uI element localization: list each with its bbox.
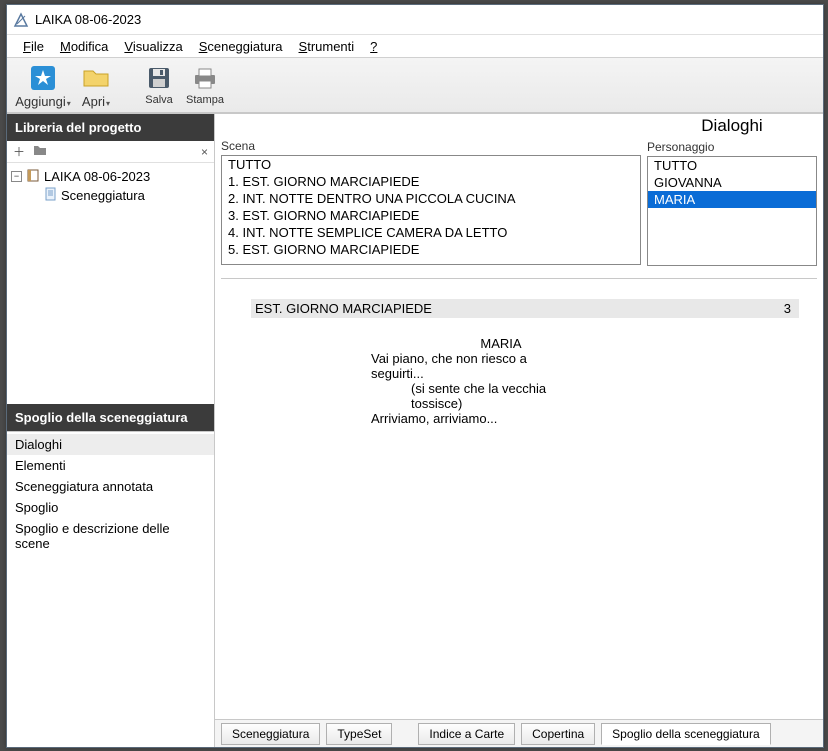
scena-label: Scena [221, 137, 641, 155]
star-icon [29, 64, 57, 92]
menu-sceneggiatura[interactable]: Sceneggiatura [191, 37, 291, 56]
list-item[interactable]: 2. INT. NOTTE DENTRO UNA PICCOLA CUCINA [222, 190, 640, 207]
library-header: Libreria del progetto [7, 114, 214, 141]
list-item[interactable]: 3. EST. GIORNO MARCIAPIEDE [222, 207, 640, 224]
list-item[interactable]: TUTTO [648, 157, 816, 174]
spoglio-list: Dialoghi Elementi Sceneggiatura annotata… [7, 431, 214, 747]
spoglio-item[interactable]: Spoglio [7, 497, 214, 518]
aggiungi-button[interactable]: Aggiungi▾ [13, 62, 73, 111]
tab-copertina[interactable]: Copertina [521, 723, 595, 745]
scena-column: Scena TUTTO 1. EST. GIORNO MARCIAPIEDE 2… [221, 114, 641, 266]
personaggio-listbox[interactable]: TUTTO GIOVANNA MARIA [647, 156, 817, 266]
tree-root[interactable]: − LAIKA 08-06-2023 [9, 167, 212, 186]
close-panel-icon[interactable]: × [201, 145, 208, 159]
salva-label: Salva [145, 94, 173, 106]
app-window: LAIKA 08-06-2023 File Modifica Visualizz… [6, 4, 824, 748]
tree-child-label: Sceneggiatura [61, 188, 145, 203]
dropdown-icon: ▾ [106, 99, 110, 108]
tree-child[interactable]: Sceneggiatura [9, 186, 212, 205]
scena-listbox[interactable]: TUTTO 1. EST. GIORNO MARCIAPIEDE 2. INT.… [221, 155, 641, 265]
list-item[interactable]: TUTTO [222, 156, 640, 173]
list-item[interactable]: 5. EST. GIORNO MARCIAPIEDE [222, 241, 640, 258]
window-title: LAIKA 08-06-2023 [35, 12, 141, 27]
dialogue-line: seguirti... [371, 366, 671, 381]
save-icon [145, 64, 173, 92]
personaggio-column: Dialoghi Personaggio TUTTO GIOVANNA MARI… [647, 114, 817, 266]
dialogue-line: Vai piano, che non riesco a [371, 351, 671, 366]
folder-icon [82, 64, 110, 92]
menubar: File Modifica Visualizza Sceneggiatura S… [7, 35, 823, 57]
body-area: Libreria del progetto ＋ × − LAI [7, 113, 823, 747]
menu-strumenti[interactable]: Strumenti [291, 37, 363, 56]
aggiungi-label: Aggiungi [15, 94, 66, 109]
scene-heading-text: EST. GIORNO MARCIAPIEDE [255, 301, 432, 316]
spoglio-item[interactable]: Sceneggiatura annotata [7, 476, 214, 497]
dialogue-line: Arriviamo, arriviamo... [371, 411, 671, 426]
collapse-icon[interactable]: − [11, 171, 22, 182]
tab-spoglio[interactable]: Spoglio della sceneggiatura [601, 723, 770, 745]
script-view[interactable]: EST. GIORNO MARCIAPIEDE 3 MARIA Vai pian… [221, 278, 817, 713]
tree-root-label: LAIKA 08-06-2023 [44, 169, 150, 184]
page-icon [43, 187, 57, 204]
stampa-button[interactable]: Stampa [182, 62, 228, 108]
project-tree: − LAIKA 08-06-2023 Sceneggiatura [7, 163, 214, 404]
salva-button[interactable]: Salva [136, 62, 182, 108]
dropdown-icon: ▾ [67, 99, 71, 108]
apri-label: Apri [82, 94, 105, 109]
tab-sceneggiatura[interactable]: Sceneggiatura [221, 723, 320, 745]
list-item[interactable]: GIOVANNA [648, 174, 816, 191]
apri-button[interactable]: Apri▾ [73, 62, 119, 111]
list-item[interactable]: MARIA [648, 191, 816, 208]
spoglio-item[interactable]: Dialoghi [7, 434, 214, 455]
stampa-label: Stampa [186, 94, 224, 106]
main-area: Scena TUTTO 1. EST. GIORNO MARCIAPIEDE 2… [215, 114, 823, 747]
parenthetical: tossisce) [411, 396, 671, 411]
spoglio-item[interactable]: Elementi [7, 455, 214, 476]
left-column: Libreria del progetto ＋ × − LAI [7, 114, 215, 747]
spoglio-item[interactable]: Spoglio e descrizione delle scene [7, 518, 214, 554]
spoglio-header: Spoglio della sceneggiatura [7, 404, 214, 431]
scene-heading: EST. GIORNO MARCIAPIEDE 3 [251, 299, 799, 318]
parenthetical: (si sente che la vecchia [411, 381, 671, 396]
library-tools: ＋ × [7, 141, 214, 163]
bottom-tabs: Sceneggiatura TypeSet Indice a Carte Cop… [215, 719, 823, 747]
dialoghi-title: Dialoghi [647, 114, 817, 138]
folder-mini-icon[interactable] [33, 144, 47, 159]
menu-file[interactable]: File [15, 37, 52, 56]
titlebar: LAIKA 08-06-2023 [7, 5, 823, 35]
app-icon [13, 12, 29, 28]
list-item[interactable]: 1. EST. GIORNO MARCIAPIEDE [222, 173, 640, 190]
character-name: MARIA [371, 336, 631, 351]
menu-visualizza[interactable]: Visualizza [116, 37, 190, 56]
top-lists: Scena TUTTO 1. EST. GIORNO MARCIAPIEDE 2… [215, 114, 823, 272]
tab-typeset[interactable]: TypeSet [326, 723, 392, 745]
menu-help[interactable]: ? [362, 37, 385, 56]
list-item[interactable]: 4. INT. NOTTE SEMPLICE CAMERA DA LETTO [222, 224, 640, 241]
print-icon [191, 64, 219, 92]
toolbar: Aggiungi▾ Apri▾ Salva Stampa [7, 57, 823, 113]
personaggio-label: Personaggio [647, 138, 817, 156]
book-icon [26, 168, 40, 185]
menu-modifica[interactable]: Modifica [52, 37, 116, 56]
tab-indice[interactable]: Indice a Carte [418, 723, 515, 745]
scene-number: 3 [784, 301, 795, 316]
add-icon[interactable]: ＋ [13, 143, 25, 160]
